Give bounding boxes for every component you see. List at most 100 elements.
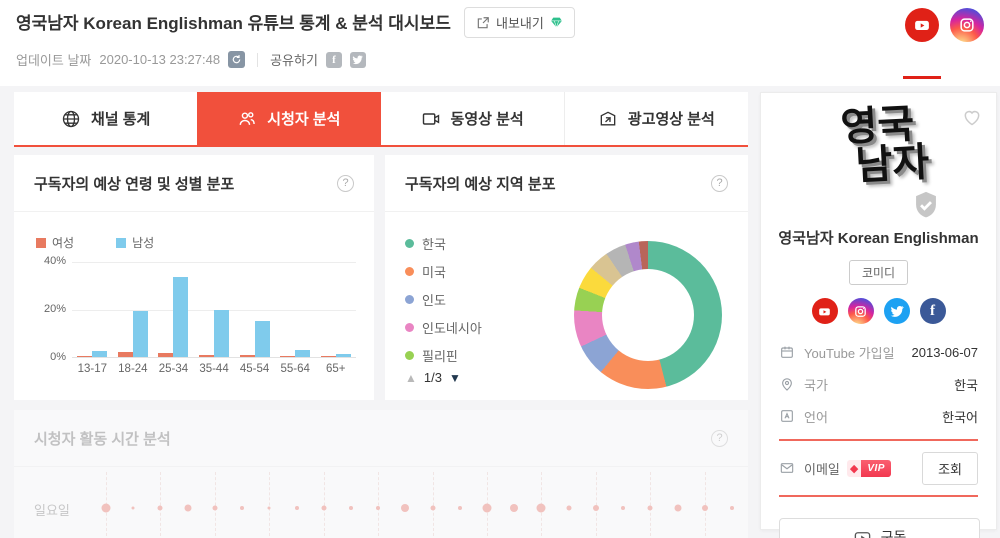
bar bbox=[117, 352, 133, 357]
bar bbox=[158, 353, 174, 357]
region-legend-item[interactable]: 인도네시아 bbox=[405, 313, 482, 341]
activity-dot bbox=[348, 506, 353, 510]
region-donut-chart bbox=[574, 241, 722, 389]
y-tick-label: 40% bbox=[43, 255, 66, 267]
info-value: 2013-06-07 bbox=[911, 344, 979, 360]
header: 영국남자 Korean Englishman 유튜브 통계 & 분석 대시보드 … bbox=[0, 0, 1000, 86]
language-icon bbox=[779, 408, 795, 424]
info-label: 언어 bbox=[804, 409, 828, 425]
email-lookup-button[interactable]: 조회 bbox=[922, 451, 978, 485]
page-up-icon[interactable]: ▲ bbox=[405, 371, 417, 385]
youtube-icon[interactable] bbox=[811, 298, 838, 324]
legend-pager: ▲ 1/3 ▼ bbox=[405, 370, 461, 385]
activity-dot bbox=[647, 505, 653, 511]
activity-dot bbox=[184, 504, 192, 512]
export-icon bbox=[476, 16, 490, 30]
bar bbox=[92, 351, 108, 357]
activity-time-card: 시청자 활동 시간 분석 ? 일요일 월요일 bbox=[14, 410, 748, 538]
update-timestamp: 2020-10-13 23:27:48 bbox=[99, 52, 221, 67]
region-legend-item[interactable]: 미국 bbox=[405, 257, 482, 285]
bar bbox=[77, 355, 93, 357]
bar bbox=[295, 349, 311, 357]
region-legend: 한국 미국 인도 인도네시아 필리핀 bbox=[405, 229, 482, 369]
info-row-country: 국가 한국 bbox=[779, 368, 978, 400]
info-value: 한국 bbox=[954, 377, 978, 393]
activity-scatter-plot bbox=[101, 472, 734, 538]
y-tick-label: 0% bbox=[50, 351, 66, 363]
refresh-icon[interactable] bbox=[228, 51, 246, 68]
share-label: 공유하기 bbox=[270, 53, 318, 68]
activity-dot bbox=[592, 505, 599, 511]
region-legend-item[interactable]: 필리핀 bbox=[405, 341, 482, 369]
age-gender-card: 구독자의 예상 연령 및 성별 분포 ? 여성 남성 40% 20% 0% 13-… bbox=[14, 155, 374, 400]
info-row-join-date: YouTube 가입일 2013-06-07 bbox=[779, 336, 978, 368]
header-youtube-tab[interactable] bbox=[905, 8, 939, 42]
bar-legend-item[interactable]: 남성 bbox=[116, 234, 154, 251]
category-badge[interactable]: 코미디 bbox=[848, 260, 909, 285]
tab-1[interactable]: 채널 통계 bbox=[14, 92, 197, 145]
facebook-icon[interactable]: f bbox=[919, 298, 946, 324]
bar bbox=[199, 354, 215, 357]
bar bbox=[214, 310, 230, 357]
x-axis-labels: 13-17 18-24 25-34 35-44 45-54 55-64 65+ bbox=[72, 363, 356, 375]
region-title: 구독자의 예상 지역 분포 bbox=[405, 175, 556, 193]
tab-label: 시청자 분석 bbox=[267, 111, 341, 128]
activity-dot bbox=[267, 506, 271, 510]
facebook-share-icon[interactable]: f bbox=[325, 51, 342, 68]
y-tick-label: 20% bbox=[43, 303, 66, 315]
activity-dot bbox=[376, 506, 381, 510]
activity-dot bbox=[621, 506, 626, 510]
page-down-icon[interactable]: ▼ bbox=[449, 371, 461, 385]
bar bbox=[239, 354, 255, 357]
email-row: 이메일 ◆ VIP 조회 bbox=[761, 448, 996, 488]
export-button[interactable]: 내보내기 bbox=[464, 7, 575, 38]
activity-title: 시청자 활동 시간 분석 bbox=[34, 430, 171, 448]
region-card: 구독자의 예상 지역 분포 ? 한국 미국 인도 인도네시아 필리핀 ▲ 1/3 ▼ bbox=[385, 155, 748, 400]
youtube-icon bbox=[905, 8, 939, 42]
instagram-icon[interactable] bbox=[847, 298, 874, 324]
divider bbox=[257, 52, 259, 67]
region-legend-item[interactable]: 인도 bbox=[405, 285, 482, 313]
twitter-icon[interactable] bbox=[883, 298, 910, 324]
help-icon[interactable]: ? bbox=[337, 174, 354, 192]
vip-badge: ◆ VIP bbox=[846, 459, 891, 477]
gem-icon: ◆ bbox=[846, 459, 862, 477]
activity-dot bbox=[401, 504, 410, 512]
bar bbox=[320, 356, 336, 357]
active-social-indicator bbox=[903, 76, 941, 79]
channel-logo[interactable]: 영국 남자 bbox=[761, 93, 996, 221]
channel-social-links: f bbox=[761, 298, 996, 324]
subscribe-button[interactable]: 구독 bbox=[779, 518, 980, 538]
export-label: 내보내기 bbox=[496, 16, 544, 31]
activity-dot bbox=[294, 506, 299, 510]
info-label: 국가 bbox=[804, 377, 828, 393]
activity-dot bbox=[321, 505, 327, 511]
channel-sidebar: 영국 남자 영국남자 Korean Englishman 코미디 f YouTu… bbox=[760, 92, 997, 538]
location-pin-icon bbox=[779, 376, 795, 392]
globe-icon bbox=[61, 109, 81, 129]
x-tick-label: 45-54 bbox=[239, 363, 270, 375]
tab-3[interactable]: 동영상 분석 bbox=[381, 92, 564, 145]
header-instagram-tab[interactable] bbox=[950, 8, 984, 42]
youtube-play-icon bbox=[853, 528, 872, 538]
bar bbox=[132, 311, 148, 357]
subscribe-label: 구독 bbox=[880, 529, 907, 538]
twitter-share-icon[interactable] bbox=[349, 51, 366, 68]
help-icon[interactable]: ? bbox=[711, 429, 728, 447]
tab-4[interactable]: 광고영상 분석 bbox=[563, 92, 748, 145]
help-icon[interactable]: ? bbox=[711, 174, 728, 192]
bar-legend-item[interactable]: 여성 bbox=[36, 234, 74, 251]
info-row-language: 언어 한국어 bbox=[779, 400, 978, 432]
region-legend-item[interactable]: 한국 bbox=[405, 229, 482, 257]
activity-dot bbox=[131, 506, 135, 510]
tab-2[interactable]: 시청자 분석 bbox=[197, 92, 381, 145]
bar bbox=[254, 320, 270, 357]
activity-dot bbox=[457, 506, 462, 510]
tab-label: 채널 통계 bbox=[90, 111, 151, 128]
update-date-label: 업데이트 날짜 bbox=[16, 53, 92, 68]
activity-dot bbox=[510, 504, 519, 512]
activity-dot bbox=[212, 505, 218, 511]
bar-chart-plot bbox=[72, 262, 356, 358]
channel-name: 영국남자 Korean Englishman bbox=[778, 230, 979, 247]
instagram-icon bbox=[950, 8, 984, 42]
